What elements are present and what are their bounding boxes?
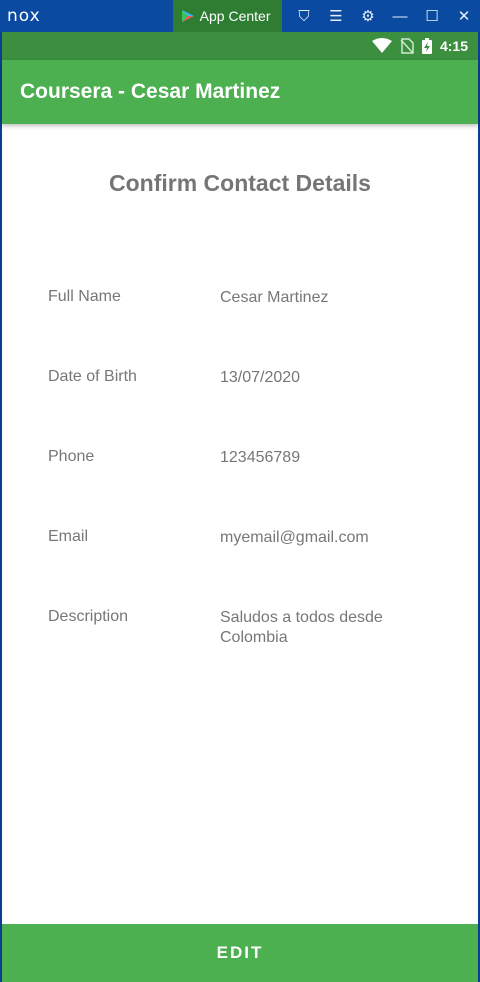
status-bar: 4:15 bbox=[2, 32, 478, 60]
field-label: Full Name bbox=[48, 288, 121, 305]
field-row-description: Description Saludos a todos desde Colomb… bbox=[48, 608, 448, 648]
edit-button[interactable]: EDIT bbox=[2, 924, 478, 982]
android-screen: 4:15 Coursera - Cesar Martinez Confirm C… bbox=[2, 32, 478, 982]
close-icon[interactable]: ✕ bbox=[448, 7, 480, 25]
minimize-icon[interactable]: — bbox=[384, 8, 416, 25]
no-sim-icon bbox=[400, 38, 414, 54]
app-center-button[interactable]: App Center bbox=[172, 0, 282, 32]
field-row-phone: Phone 123456789 bbox=[48, 448, 448, 468]
emulator-title-bar: nox App Center ⛉ ☰ ⚙ — ☐ ✕ bbox=[0, 0, 480, 32]
status-time: 4:15 bbox=[439, 38, 468, 54]
field-row-date-of-birth: Date of Birth 13/07/2020 bbox=[48, 368, 448, 388]
shirt-icon[interactable]: ⛉ bbox=[288, 8, 320, 25]
app-bar-title: Coursera - Cesar Martinez bbox=[20, 80, 281, 103]
field-value: Cesar Martinez bbox=[220, 289, 329, 306]
field-label: Description bbox=[48, 608, 129, 625]
field-label: Email bbox=[48, 528, 89, 545]
field-value: Saludos a todos desde Colombia bbox=[220, 609, 383, 646]
field-value: myemail@gmail.com bbox=[220, 529, 369, 546]
menu-icon[interactable]: ☰ bbox=[320, 7, 352, 25]
field-value: 123456789 bbox=[220, 449, 301, 466]
field-label: Phone bbox=[48, 448, 95, 465]
field-label: Date of Birth bbox=[48, 368, 137, 385]
battery-charging-icon bbox=[421, 38, 432, 54]
field-value: 13/07/2020 bbox=[220, 369, 301, 386]
main-content: Confirm Contact Details Full Name Cesar … bbox=[2, 124, 478, 890]
field-row-full-name: Full Name Cesar Martinez bbox=[48, 288, 448, 308]
maximize-icon[interactable]: ☐ bbox=[416, 7, 448, 25]
nox-logo: nox bbox=[7, 6, 41, 26]
wifi-icon bbox=[371, 38, 392, 53]
field-row-email: Email myemail@gmail.com bbox=[48, 528, 448, 548]
gear-icon[interactable]: ⚙ bbox=[352, 7, 384, 25]
app-center-label: App Center bbox=[199, 8, 271, 24]
play-store-icon bbox=[181, 10, 194, 22]
page-title: Confirm Contact Details bbox=[109, 170, 371, 196]
app-bar: Coursera - Cesar Martinez bbox=[2, 60, 478, 124]
